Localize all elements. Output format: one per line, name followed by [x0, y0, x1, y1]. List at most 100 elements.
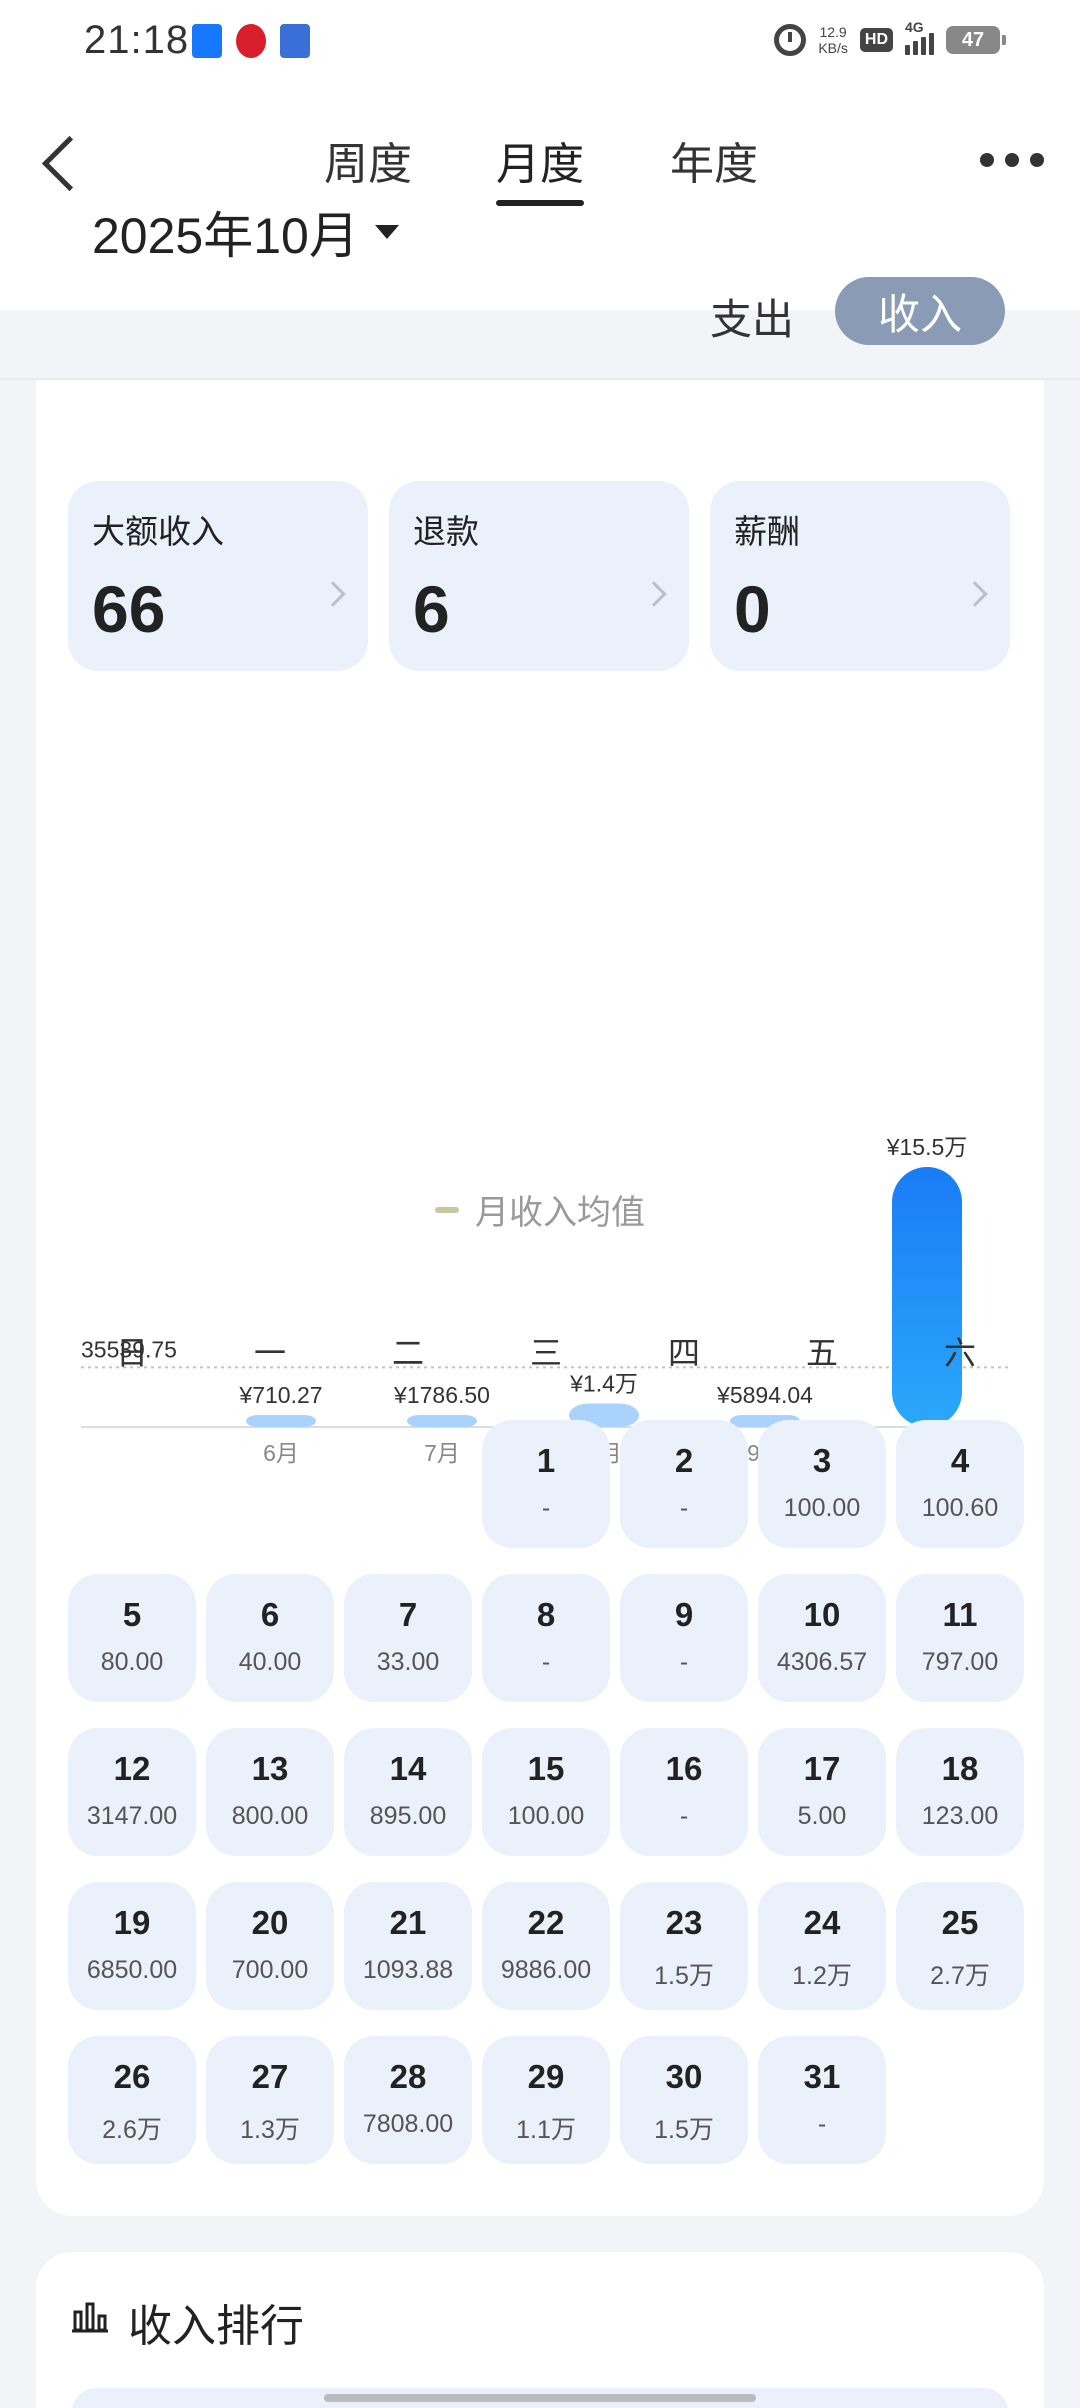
calendar-day[interactable]: 9- [620, 1574, 748, 1702]
status-bar: 21:18 12.9 KB/s HD 4G 47 [0, 0, 1080, 84]
day-number: 14 [389, 1750, 427, 1787]
calendar-day[interactable]: 10 4306.57 [758, 1574, 886, 1702]
day-number: 11 [942, 1596, 978, 1633]
day-amount: 3147.00 [86, 1802, 178, 1830]
day-number: 22 [527, 1904, 565, 1941]
day-number: 20 [251, 1904, 289, 1941]
month-picker[interactable]: 2025年10月 [92, 196, 399, 268]
expense-toggle[interactable]: 支出 [710, 286, 794, 347]
calendar-day[interactable]: 16 - [620, 1728, 748, 1856]
tab-weekly[interactable]: 周度 [324, 128, 412, 192]
calendar-day[interactable]: 3 100.00 [758, 1420, 886, 1548]
chart-bar-group[interactable]: ¥15.5万10月 [886, 1134, 968, 1466]
stat-value: 0 [734, 572, 771, 646]
calendar-day[interactable]: 20 700.00 [206, 1882, 334, 2010]
calendar-day[interactable]: 19 6850.00 [68, 1882, 196, 2010]
calendar-day[interactable]: 11 797.00 [896, 1574, 1024, 1702]
more-icon[interactable] [980, 148, 1044, 172]
calendar-day[interactable]: 21 1093.88 [344, 1882, 472, 2010]
day-amount: 895.00 [369, 1802, 447, 1830]
calendar-day[interactable]: 2- [620, 1420, 748, 1548]
day-number: 23 [665, 1904, 703, 1941]
chart-legend: 月收入均值 [36, 1185, 1044, 1234]
calendar-day[interactable]: 26 2.6万 [68, 2036, 196, 2164]
income-toggle[interactable]: 收入 [835, 277, 1005, 345]
day-amount: 1.2万 [792, 1962, 852, 1990]
calendar-day[interactable]: 28 7808.00 [344, 2036, 472, 2164]
calendar-day[interactable]: 5 80.00 [68, 1574, 196, 1702]
day-number: 31 [803, 2058, 841, 2095]
network-type: 4G [905, 19, 924, 35]
stat-card-large-income[interactable]: 大额收入 66 [68, 481, 368, 671]
calendar-day[interactable]: 30 1.5万 [620, 2036, 748, 2164]
weekday-label: 四 [667, 1335, 700, 1371]
calendar-day[interactable]: 31 - [758, 2036, 886, 2164]
tab-monthly[interactable]: 月度 [496, 128, 584, 206]
income-overview-card: 大额收入 66 退款 6 薪酬 0 35539.75 ¥710.27 6月 ¥1786… [36, 380, 1044, 2216]
calendar-day[interactable]: 27 1.3万 [206, 2036, 334, 2164]
day-number: 15 [527, 1750, 565, 1787]
day-number: 29 [527, 2058, 565, 2095]
calendar-day[interactable]: 23 1.5万 [620, 1882, 748, 2010]
network-speed: 12.9 KB/s [818, 24, 848, 56]
day-amount: 5.00 [797, 1802, 847, 1830]
caret-down-icon [374, 225, 399, 239]
day-amount: - [541, 1648, 551, 1676]
day-number: 25 [941, 1904, 979, 1941]
day-number: 6 [260, 1596, 280, 1633]
day-amount: 4306.57 [776, 1648, 868, 1676]
calendar-day[interactable]: 15 100.00 [482, 1728, 610, 1856]
income-ranking-card: 收入排行 [36, 2252, 1044, 2408]
day-number: 8 [536, 1596, 556, 1633]
calendar-day[interactable]: 6 40.00 [206, 1574, 334, 1702]
day-amount: 1.1万 [516, 2116, 576, 2144]
day-amount: 100.60 [921, 1494, 999, 1522]
day-amount: 797.00 [921, 1648, 999, 1676]
day-amount: 100.00 [783, 1494, 861, 1522]
day-number: 16 [665, 1750, 703, 1787]
weekday-label: 五 [805, 1335, 838, 1371]
day-amount: 1093.88 [362, 1956, 454, 1984]
day-amount: - [679, 1648, 689, 1676]
day-amount: - [679, 1494, 689, 1522]
day-amount: 800.00 [231, 1802, 309, 1830]
calendar-day[interactable]: 24 1.2万 [758, 1882, 886, 2010]
calendar-day[interactable]: 29 1.1万 [482, 2036, 610, 2164]
calendar-day[interactable]: 13 800.00 [206, 1728, 334, 1856]
home-indicator[interactable] [324, 2394, 756, 2402]
day-amount: 123.00 [921, 1802, 999, 1830]
stat-value: 66 [92, 572, 166, 646]
alarm-icon [774, 24, 807, 56]
tab-yearly[interactable]: 年度 [670, 128, 758, 192]
day-number: 4 [950, 1442, 970, 1479]
calendar-day[interactable]: 4 100.60 [896, 1420, 1024, 1548]
legend-label: 月收入均值 [475, 1194, 645, 1232]
calendar-day[interactable]: 14 895.00 [344, 1728, 472, 1856]
app-notification-icon [192, 24, 222, 58]
calendar-day[interactable]: 17 5.00 [758, 1728, 886, 1856]
status-right: 12.9 KB/s HD 4G 47 [774, 19, 1006, 56]
weekday-header: 日一二三四五六 [68, 1328, 1028, 1388]
calendar-day[interactable]: 25 2.7万 [896, 1882, 1024, 2010]
day-amount: - [817, 2110, 827, 2138]
calendar-day[interactable]: 22 9886.00 [482, 1882, 610, 2010]
calendar-day[interactable]: 8- [482, 1574, 610, 1702]
calendar-day[interactable]: 7 33.00 [344, 1574, 472, 1702]
calendar-day[interactable]: 18 123.00 [896, 1728, 1024, 1856]
stat-card-refund[interactable]: 退款 6 [389, 481, 689, 671]
stat-label: 大额收入 [92, 513, 224, 550]
calendar-day[interactable]: 1- [482, 1420, 610, 1548]
battery-icon: 47 [946, 26, 1006, 54]
day-amount: 700.00 [231, 1956, 309, 1984]
app-notification-icon [236, 24, 266, 58]
back-arrow-icon[interactable] [36, 130, 86, 194]
weekday-label: 六 [943, 1335, 976, 1371]
day-number: 10 [803, 1596, 841, 1633]
day-amount: 2.6万 [102, 2116, 162, 2144]
network-speed-unit: KB/s [818, 40, 848, 56]
calendar-day[interactable]: 12 3147.00 [68, 1728, 196, 1856]
day-number: 27 [251, 2058, 289, 2095]
day-amount: 6850.00 [86, 1956, 178, 1984]
stat-card-salary[interactable]: 薪酬 0 [710, 481, 1010, 671]
day-number: 13 [251, 1750, 289, 1787]
